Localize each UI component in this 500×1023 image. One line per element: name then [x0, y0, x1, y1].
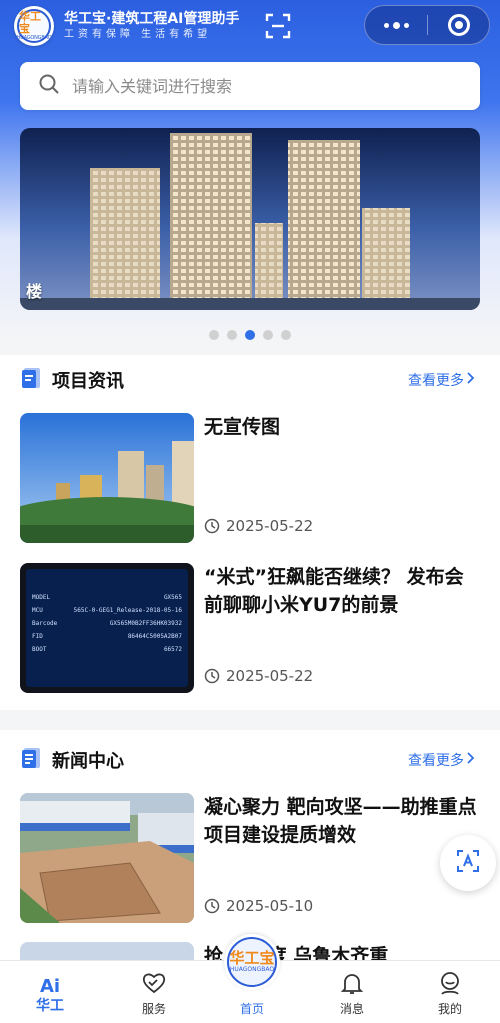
carousel-dot-active[interactable]	[245, 330, 255, 340]
logo-text: 华工宝	[19, 10, 41, 35]
ai-label: Ai	[39, 976, 61, 997]
carousel-dot[interactable]	[263, 330, 273, 340]
banner-image	[20, 128, 480, 310]
tab-label: 首页	[239, 1002, 264, 1016]
view-more-link[interactable]: 查看更多	[408, 750, 476, 770]
chevron-right-icon	[466, 751, 476, 769]
bell-icon	[340, 974, 364, 994]
clock-icon	[204, 898, 220, 914]
app-title: 华工宝·建筑工程AI管理助手	[64, 11, 240, 27]
news-thumbnail	[20, 942, 194, 960]
news-thumbnail	[20, 793, 194, 923]
tab-label: 服务	[141, 1002, 166, 1016]
tab-label: 我的	[437, 1002, 462, 1016]
close-miniprogram-icon[interactable]	[428, 14, 489, 36]
carousel-dot[interactable]	[281, 330, 291, 340]
news-center-section: 新闻中心 查看更多 凝心聚力 靶向攻坚——助推重点项目建设提质增效 2025-0…	[0, 730, 500, 960]
news-card[interactable]: 凝心聚力 靶向攻坚——助推重点项目建设提质增效 2025-05-10	[20, 793, 480, 925]
scan-icon[interactable]	[264, 12, 292, 40]
app-brand: 华工宝 HUAGONGBAO 华工宝·建筑工程AI管理助手 工资有保障 生活有希…	[14, 6, 239, 46]
app-slogan: 工资有保障 生活有希望	[64, 29, 212, 40]
search-icon	[38, 73, 60, 99]
tab-service[interactable]: 服务	[104, 961, 204, 1023]
news-card[interactable]: 无宣传图 2025-05-22	[20, 413, 480, 545]
document-icon	[20, 366, 42, 394]
news-date: 2025-05-22	[204, 517, 313, 535]
banner-caption: 楼	[26, 282, 43, 301]
news-thumbnail: MODEL GX565 MCU 565C-0-GEG1_Release-2018-0…	[20, 563, 194, 693]
clock-icon	[204, 518, 220, 534]
project-news-section: 项目资讯 查看更多 无宣传图 2025-05-22 MODEL GX565 MC…	[0, 355, 500, 710]
handshake-heart-icon	[142, 973, 166, 994]
news-date: 2025-05-22	[204, 667, 313, 685]
news-title: 凝心聚力 靶向攻坚——助推重点项目建设提质增效	[204, 796, 477, 846]
tab-label: 消息	[339, 1002, 364, 1016]
section-title: 新闻中心	[52, 751, 124, 772]
banner-carousel[interactable]: 楼	[20, 128, 480, 310]
news-title: 无宣传图	[204, 416, 281, 438]
view-more-link[interactable]: 查看更多	[408, 370, 476, 390]
ai-sub-label: 华工	[36, 998, 64, 1014]
search-bar[interactable]	[20, 62, 480, 110]
news-icon	[20, 746, 42, 774]
home-logo-icon[interactable]: 华工宝 HUAGONGBAO	[224, 934, 280, 990]
carousel-dot[interactable]	[209, 330, 219, 340]
chevron-right-icon	[466, 371, 476, 389]
translate-float-button[interactable]	[440, 835, 496, 891]
carousel-dots	[0, 330, 500, 340]
section-title: 项目资讯	[52, 371, 124, 392]
news-title: “米式”狂飙能否继续？ 发布会前聊聊小米YU7的前景	[204, 566, 464, 616]
translate-icon	[455, 848, 481, 878]
logo-sub: HUAGONGBAO	[16, 35, 52, 41]
user-face-icon	[441, 972, 459, 995]
carousel-dot[interactable]	[227, 330, 237, 340]
miniprogram-capsule	[364, 5, 490, 45]
app-logo: 华工宝 HUAGONGBAO	[14, 6, 54, 46]
tab-mine[interactable]: 我的	[400, 961, 500, 1023]
news-card[interactable]: MODEL GX565 MCU 565C-0-GEG1_Release-2018-0…	[20, 563, 480, 695]
clock-icon	[204, 668, 220, 684]
news-thumbnail	[20, 413, 194, 543]
tab-messages[interactable]: 消息	[302, 961, 402, 1023]
tab-ai[interactable]: Ai 华工	[0, 961, 100, 1023]
search-input[interactable]	[72, 76, 452, 96]
news-date: 2025-05-10	[204, 897, 313, 915]
more-menu-icon[interactable]	[365, 6, 427, 44]
